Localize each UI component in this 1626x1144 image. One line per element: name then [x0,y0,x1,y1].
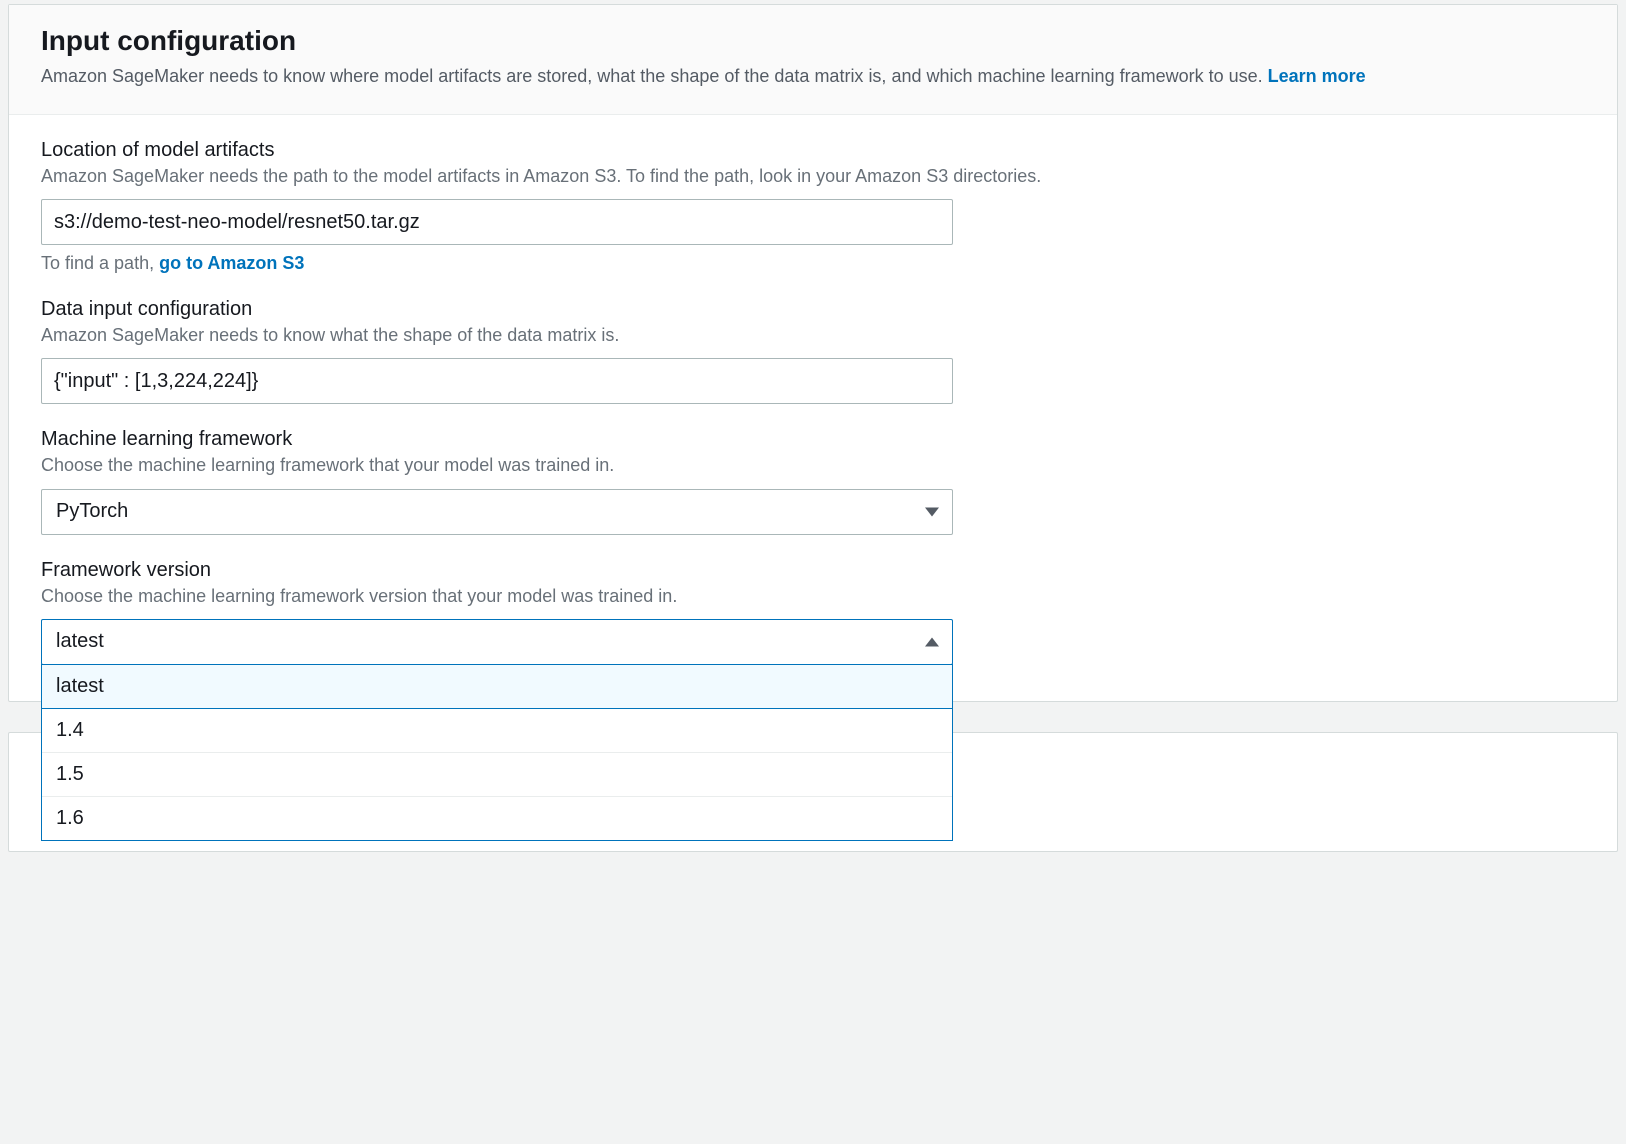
artifacts-input[interactable] [41,199,953,245]
artifacts-hint: To find a path, go to Amazon S3 [41,253,1585,274]
panel-title: Input configuration [41,25,1585,57]
panel-header: Input configuration Amazon SageMaker nee… [9,5,1617,115]
artifacts-label: Location of model artifacts [41,139,1585,162]
framework-version-dropdown: latest 1.4 1.5 1.6 [41,664,953,841]
framework-select-wrap: PyTorch [41,489,953,535]
framework-selected-value: PyTorch [56,500,128,523]
artifacts-desc: Amazon SageMaker needs the path to the m… [41,164,1585,189]
field-framework-version: Framework version Choose the machine lea… [41,559,1585,665]
learn-more-link[interactable]: Learn more [1268,66,1366,86]
framework-version-select[interactable]: latest [41,619,953,665]
field-data-input: Data input configuration Amazon SageMake… [41,298,1585,404]
go-to-s3-link[interactable]: go to Amazon S3 [159,253,304,273]
dropdown-option-1-5[interactable]: 1.5 [42,753,952,797]
framework-version-select-wrap: latest latest 1.4 1.5 1.6 [41,619,953,665]
dropdown-option-1-4[interactable]: 1.4 [42,709,952,753]
input-configuration-panel: Input configuration Amazon SageMaker nee… [8,4,1618,702]
field-artifacts: Location of model artifacts Amazon SageM… [41,139,1585,274]
data-input-label: Data input configuration [41,298,1585,321]
data-input-field[interactable] [41,358,953,404]
framework-version-selected-value: latest [56,630,104,653]
framework-desc: Choose the machine learning framework th… [41,453,1585,478]
field-framework: Machine learning framework Choose the ma… [41,428,1585,534]
framework-version-label: Framework version [41,559,1585,582]
dropdown-option-latest[interactable]: latest [42,665,952,709]
framework-version-desc: Choose the machine learning framework ve… [41,584,1585,609]
dropdown-option-1-6[interactable]: 1.6 [42,797,952,840]
framework-label: Machine learning framework [41,428,1585,451]
panel-description: Amazon SageMaker needs to know where mod… [41,63,1585,90]
panel-body: Location of model artifacts Amazon SageM… [9,115,1617,701]
data-input-desc: Amazon SageMaker needs to know what the … [41,323,1585,348]
framework-select[interactable]: PyTorch [41,489,953,535]
